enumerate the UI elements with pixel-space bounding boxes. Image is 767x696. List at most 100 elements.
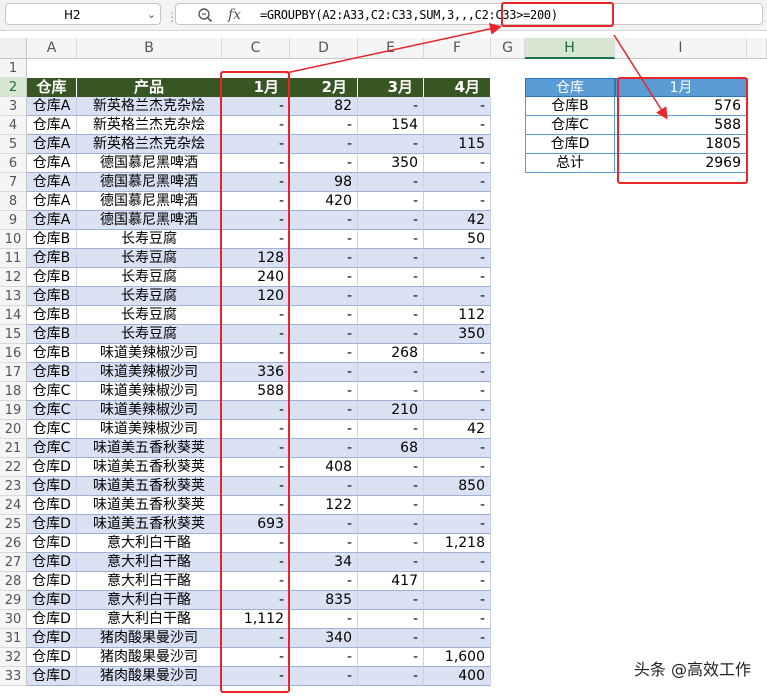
table-cell[interactable]: 98 [290,173,358,192]
table-cell[interactable]: - [424,268,491,287]
table-cell[interactable]: 120 [222,287,290,306]
table-cell[interactable]: 835 [290,591,358,610]
table-cell[interactable]: 仓库B [27,249,77,268]
table-cell[interactable]: - [290,401,358,420]
table-cell[interactable]: 仓库D [27,496,77,515]
table-cell[interactable]: 82 [290,97,358,116]
table-cell[interactable]: 50 [424,230,491,249]
table-cell[interactable]: - [222,458,290,477]
result-cell[interactable]: 仓库D [525,135,615,154]
table-cell[interactable]: - [358,515,424,534]
table-cell[interactable]: 猪肉酸果曼沙司 [77,667,222,686]
table-cell[interactable]: 味道美五香秋葵荚 [77,515,222,534]
table-cell[interactable]: - [222,173,290,192]
table-cell[interactable]: 仓库D [27,477,77,496]
table-cell[interactable]: - [290,306,358,325]
row-header-8[interactable]: 8 [0,192,27,211]
table-cell[interactable]: - [222,230,290,249]
table-cell[interactable]: - [424,287,491,306]
row-header-33[interactable]: 33 [0,667,27,686]
table-cell[interactable]: 仓库B [27,363,77,382]
table-cell[interactable]: - [424,629,491,648]
table-cell[interactable]: 味道美五香秋葵荚 [77,458,222,477]
table-cell[interactable]: 400 [424,667,491,686]
column-header-g[interactable]: G [491,38,525,59]
table-cell[interactable]: - [358,135,424,154]
result-cell[interactable]: 588 [615,116,747,135]
table-cell[interactable]: - [424,363,491,382]
table-cell[interactable]: - [424,173,491,192]
row-header-3[interactable]: 3 [0,97,27,116]
table-cell[interactable]: - [222,306,290,325]
row-header-26[interactable]: 26 [0,534,27,553]
column-header-b[interactable]: B [77,38,222,59]
table-cell[interactable]: - [424,401,491,420]
table-cell[interactable]: - [358,534,424,553]
table-cell[interactable]: 仓库D [27,458,77,477]
column-header-f[interactable]: F [424,38,491,59]
table-cell[interactable]: 350 [358,154,424,173]
table-cell[interactable]: 仓库A [27,192,77,211]
table-cell[interactable]: - [290,420,358,439]
table-cell[interactable]: - [358,211,424,230]
table-cell[interactable]: 德国慕尼黑啤酒 [77,154,222,173]
table-cell[interactable]: - [358,496,424,515]
table-cell[interactable]: 仓库A [27,211,77,230]
row-header-2[interactable]: 2 [0,78,27,97]
table-cell[interactable]: - [358,287,424,306]
row-header-12[interactable]: 12 [0,268,27,287]
table-cell[interactable]: 猪肉酸果曼沙司 [77,648,222,667]
table-cell[interactable]: 420 [290,192,358,211]
result-header-cell[interactable]: 仓库 [525,78,615,97]
table-cell[interactable]: 味道美五香秋葵荚 [77,496,222,515]
table-cell[interactable]: 德国慕尼黑啤酒 [77,173,222,192]
table-cell[interactable]: - [358,420,424,439]
formula-input[interactable]: fx =GROUPBY(A2:A33,C2:C33,SUM,3,,,C2:C33… [175,3,763,25]
table-cell[interactable]: - [358,667,424,686]
row-header-24[interactable]: 24 [0,496,27,515]
table-cell[interactable]: 仓库B [27,306,77,325]
result-header-cell[interactable]: 1月 [615,78,747,97]
table-cell[interactable]: - [222,477,290,496]
table-cell[interactable]: 240 [222,268,290,287]
table-cell[interactable]: - [358,306,424,325]
table-cell[interactable]: - [222,97,290,116]
table-header-cell[interactable]: 2月 [290,78,358,97]
table-cell[interactable]: 意大利白干酪 [77,591,222,610]
table-cell[interactable]: - [290,154,358,173]
table-cell[interactable]: 味道美辣椒沙司 [77,382,222,401]
table-cell[interactable]: 588 [222,382,290,401]
table-cell[interactable]: 长寿豆腐 [77,230,222,249]
row-header-14[interactable]: 14 [0,306,27,325]
result-cell[interactable]: 仓库B [525,97,615,116]
table-cell[interactable]: - [358,591,424,610]
table-cell[interactable]: - [424,97,491,116]
table-cell[interactable]: - [290,135,358,154]
table-cell[interactable]: 长寿豆腐 [77,306,222,325]
table-cell[interactable]: - [424,344,491,363]
table-cell[interactable]: - [222,401,290,420]
row-header-30[interactable]: 30 [0,610,27,629]
table-cell[interactable]: 268 [358,344,424,363]
table-cell[interactable]: 122 [290,496,358,515]
table-cell[interactable]: 味道美五香秋葵荚 [77,439,222,458]
table-cell[interactable]: - [222,439,290,458]
row-header-31[interactable]: 31 [0,629,27,648]
table-cell[interactable]: - [290,534,358,553]
table-cell[interactable]: - [222,344,290,363]
row-header-11[interactable]: 11 [0,249,27,268]
table-cell[interactable]: 仓库D [27,553,77,572]
column-header-h[interactable]: H [525,38,615,59]
table-cell[interactable]: - [290,268,358,287]
table-cell[interactable]: 仓库D [27,667,77,686]
table-cell[interactable]: - [222,192,290,211]
table-cell[interactable]: - [290,439,358,458]
table-cell[interactable]: - [358,458,424,477]
table-cell[interactable]: 新英格兰杰克杂烩 [77,97,222,116]
chevron-down-icon[interactable]: ⌄ [147,4,156,26]
table-cell[interactable]: 意大利白干酪 [77,534,222,553]
row-header-7[interactable]: 7 [0,173,27,192]
table-cell[interactable]: - [222,116,290,135]
table-cell[interactable]: - [290,572,358,591]
table-cell[interactable]: - [424,610,491,629]
